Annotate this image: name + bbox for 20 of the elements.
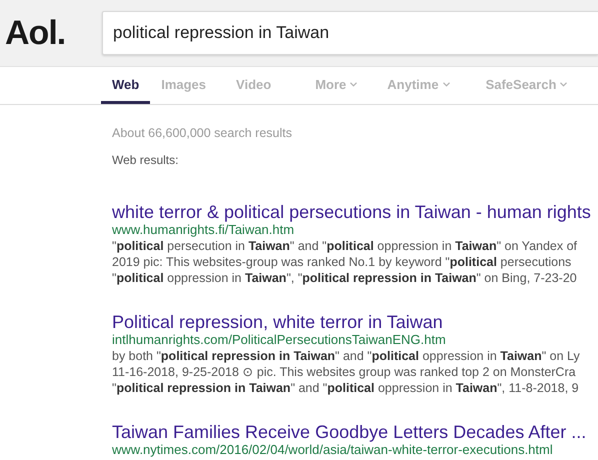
- result-url: www.humanrights.fi/Taiwan.htm: [112, 222, 296, 238]
- logo[interactable]: Aol.: [5, 14, 102, 52]
- snippet-line: "political oppression in Taiwan", "political repression in Taiwan" on Bing, 7-23-20: [112, 270, 578, 286]
- snippet-line: by both "political repression in Taiwan" and "political oppression in Taiwan" on Ly: [112, 348, 581, 364]
- result-url: intlhumanrights.com/PoliticalPersecutionsTaiwanENG.htm: [112, 332, 447, 348]
- section-label: Web results:: [112, 153, 180, 167]
- result-count: About 66,600,000 search results: [112, 126, 293, 140]
- result-title-link[interactable]: Taiwan Families Receive Goodbye Letters Decades After ...: [112, 422, 598, 442]
- chevron-down-icon: [442, 82, 450, 86]
- result-title-link[interactable]: Political repression, white terror in Taiwan: [112, 312, 598, 332]
- snippet-line: 2019 pic: This websites-group was ranked No.1 by keyword "political persecutions: [112, 254, 572, 270]
- result-title-link[interactable]: white terror & political persecutions in Taiwan - human rights: [112, 202, 598, 222]
- search-field[interactable]: political repression in Taiwan: [102, 11, 598, 55]
- snippet-line: "political persecution in Taiwan" and "political oppression in Taiwan" on Yandex of: [112, 238, 578, 254]
- chevron-down-icon: [350, 82, 358, 86]
- nav-tab[interactable]: Web: [101, 67, 150, 104]
- snippet-line: 11-16-2018, 9-25-2018 ⊙ pic. This websites group was ranked top 2 on MonsterCra: [112, 364, 577, 380]
- chevron-down-icon: [560, 82, 568, 86]
- result-url: www.nytimes.com/2016/02/04/world/asia/taiwan-white-terror-executions.html: [112, 442, 554, 458]
- snippet-line: "political repression in Taiwan" and "political oppression in Taiwan", 11-8-2018, 9: [112, 380, 580, 396]
